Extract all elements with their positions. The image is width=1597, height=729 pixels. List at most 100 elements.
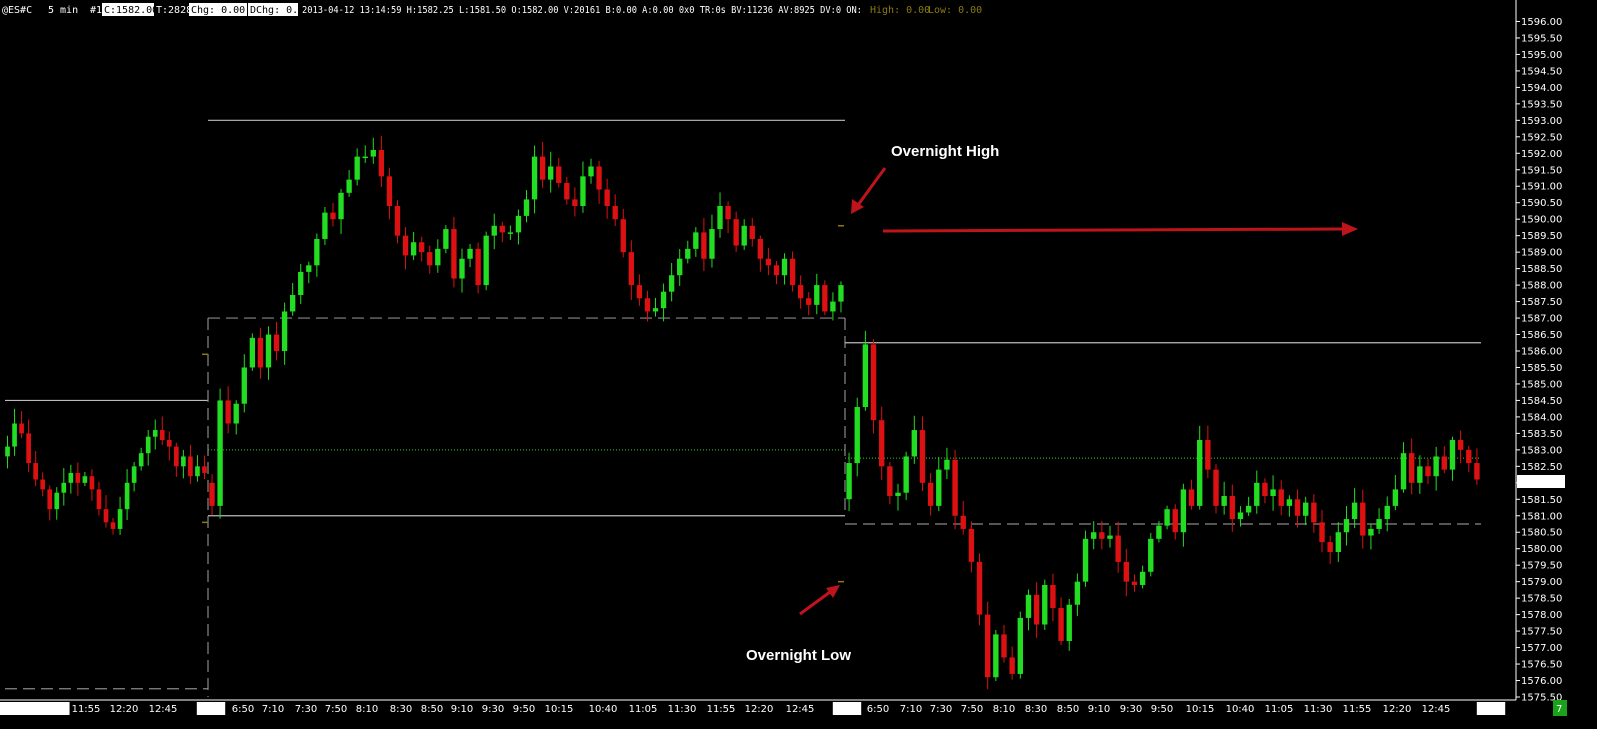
- header-low: Low: 0.00: [928, 5, 982, 16]
- ytick-label-31: 1580.50: [1521, 528, 1562, 539]
- ytick-label-6: 1593.00: [1521, 116, 1562, 127]
- header-info: 2013-04-12 13:14:59 H:1582.25 L:1581.50 …: [302, 5, 862, 16]
- candle-s3-3: [870, 339, 877, 434]
- xtick-label-12: 9:10: [451, 704, 473, 715]
- xtick-label-2: 12:20: [110, 704, 139, 715]
- xtick-label-26: 7:50: [961, 704, 983, 715]
- xtick-label-31: 9:30: [1120, 704, 1142, 715]
- xtick-label-27: 8:10: [993, 704, 1015, 715]
- xtick-label-9: 8:10: [356, 704, 378, 715]
- header-ticks: T:2828: [156, 5, 192, 16]
- ytick-label-12: 1590.00: [1521, 215, 1562, 226]
- header-symbol: @ES#C: [2, 5, 32, 16]
- xtick-label-36: 11:30: [1304, 704, 1333, 715]
- xtick-label-3: 12:45: [149, 704, 178, 715]
- ytick-label-14: 1589.00: [1521, 248, 1562, 259]
- xtick-label-19: 11:55: [707, 704, 736, 715]
- xtick-label-32: 9:50: [1151, 704, 1173, 715]
- candle-s2-76: [822, 280, 828, 316]
- ytick-label-37: 1577.50: [1521, 627, 1562, 638]
- xtick-label-11: 8:50: [421, 704, 443, 715]
- ytick-label-29: 1581.50: [1521, 495, 1562, 506]
- ytick-label-15: 1588.50: [1521, 264, 1562, 275]
- ytick-label-38: 1577.00: [1521, 643, 1562, 654]
- candle-s2-34: [483, 231, 489, 291]
- candle-s3-29: [1082, 530, 1089, 587]
- ytick-label-26: 1583.00: [1521, 445, 1562, 456]
- xtick-label-28: 8:30: [1025, 704, 1047, 715]
- ytick-label-3: 1594.50: [1521, 66, 1562, 77]
- xtick-label-13: 9:30: [482, 704, 504, 715]
- ytick-label-0: 1596.00: [1521, 17, 1562, 28]
- ytick-label-19: 1586.50: [1521, 330, 1562, 341]
- ytick-label-13: 1589.50: [1521, 231, 1562, 242]
- xtick-label-18: 11:30: [668, 704, 697, 715]
- xtick-label-15: 10:15: [545, 704, 574, 715]
- ytick-label-39: 1576.50: [1521, 660, 1562, 671]
- ytick-label-9: 1591.50: [1521, 165, 1562, 176]
- candle-s2-5: [249, 333, 256, 371]
- ytick-label-11: 1590.50: [1521, 198, 1562, 209]
- xtick-label-7: 7:30: [295, 704, 317, 715]
- xtick-label-38: 12:20: [1383, 704, 1412, 715]
- candle-s2-1: [217, 388, 223, 519]
- ytick-label-10: 1591.00: [1521, 182, 1562, 193]
- ytick-label-1: 1595.50: [1521, 33, 1562, 44]
- xtick-label-5: 6:50: [232, 704, 254, 715]
- ytick-label-34: 1579.00: [1521, 577, 1562, 588]
- ytick-label-7: 1592.50: [1521, 132, 1562, 143]
- header-interval: 5 min: [48, 5, 78, 16]
- ytick-label-23: 1584.50: [1521, 396, 1562, 407]
- price-axis[interactable]: 1596.00 1595.50 1595.00 1594.50 1594.00 1593.…: [1515, 0, 1562, 704]
- xtick-label-35: 11:05: [1265, 704, 1294, 715]
- candle-s3-16: [976, 553, 983, 626]
- xtick-label-29: 8:50: [1057, 704, 1079, 715]
- xtick-label-21: 12:45: [786, 704, 815, 715]
- xtick-label-6: 7:10: [262, 704, 284, 715]
- candle-s3-18: [993, 629, 999, 682]
- ytick-label-24: 1584.00: [1521, 412, 1562, 423]
- candle-s3-37: [1148, 532, 1154, 577]
- ytick-label-4: 1594.00: [1521, 83, 1562, 94]
- candle-s3-24: [1042, 579, 1048, 630]
- ytick-label-21: 1585.50: [1521, 363, 1562, 374]
- candle-s3-21: [1017, 611, 1023, 679]
- ytick-label-16: 1588.00: [1521, 281, 1562, 292]
- header-high: High: 0.00: [870, 5, 930, 16]
- xtick-label-24: 7:10: [900, 704, 922, 715]
- price-tag-label: 1582.00: [1520, 477, 1561, 488]
- xtick-label-37: 11:55: [1343, 704, 1372, 715]
- xtick-label-25: 7:30: [930, 704, 952, 715]
- xtick-label-4: 4-11: [200, 704, 223, 715]
- xtick-label-22: 4-12: [836, 704, 859, 715]
- ytick-label-22: 1585.00: [1521, 379, 1562, 390]
- price-chart[interactable]: @ES#C 5 min #1 C:1582.00 T:2828 Chg: 0.0…: [0, 0, 1597, 729]
- xtick-label-1: 11:55: [72, 704, 101, 715]
- ytick-label-40: 1576.00: [1521, 676, 1562, 687]
- xtick-label-39: 12:45: [1422, 704, 1451, 715]
- chart-background: [0, 0, 1597, 729]
- xtick-label-23: 6:50: [867, 704, 889, 715]
- overnight-low-label: Overnight Low: [746, 647, 851, 664]
- price-tag: 1582.00: [1517, 475, 1565, 488]
- xtick-label-30: 9:10: [1088, 704, 1110, 715]
- xtick-label-17: 11:05: [629, 704, 658, 715]
- xtick-label-20: 12:20: [745, 704, 774, 715]
- ytick-label-32: 1580.00: [1521, 544, 1562, 555]
- ytick-label-18: 1587.00: [1521, 314, 1562, 325]
- ytick-label-35: 1578.50: [1521, 594, 1562, 605]
- xtick-label-10: 8:30: [390, 704, 412, 715]
- ytick-label-20: 1586.00: [1521, 347, 1562, 358]
- xtick-label-0: 10 11:05:00: [4, 704, 65, 715]
- ytick-label-36: 1578.00: [1521, 610, 1562, 621]
- header-close: C:1582.00: [104, 5, 158, 16]
- xtick-label-8: 7:50: [325, 704, 347, 715]
- xtick-label-14: 9:50: [513, 704, 535, 715]
- candle-s3-17: [985, 601, 991, 690]
- ytick-label-2: 1595.00: [1521, 50, 1562, 61]
- ytick-label-25: 1583.50: [1521, 429, 1562, 440]
- header-chg: Chg: 0.00: [191, 5, 245, 16]
- ytick-label-8: 1592.00: [1521, 149, 1562, 160]
- header-bar: @ES#C 5 min #1 C:1582.00 T:2828 Chg: 0.0…: [2, 3, 982, 16]
- ytick-label-27: 1582.50: [1521, 462, 1562, 473]
